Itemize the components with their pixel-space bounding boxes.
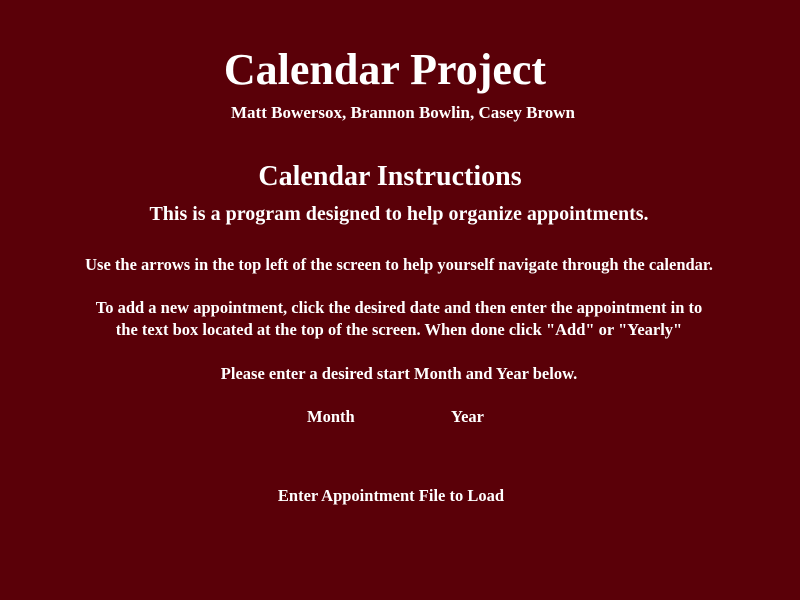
instructions-intro: This is a program designed to help organ…: [149, 203, 649, 225]
instructions-enter-start: Please enter a desired start Month and Y…: [220, 364, 578, 383]
instructions-navigate: Use the arrows in the top left of the sc…: [85, 255, 713, 274]
year-label: Year: [451, 407, 484, 426]
instructions-add-line-2: the text box located at the top of the s…: [115, 320, 683, 339]
instructions-add-line-1: To add a new appointment, click the desi…: [95, 298, 703, 317]
page-title: Calendar Project: [223, 45, 547, 94]
month-label: Month: [307, 407, 355, 426]
authors-line: Matt Bowersox, Brannon Bowlin, Casey Bro…: [231, 103, 575, 122]
instructions-add-appointment: To add a new appointment, click the desi…: [0, 297, 798, 341]
calendar-project-page: Calendar Project Matt Bowersox, Brannon …: [0, 0, 800, 600]
appointment-file-label: Enter Appointment File to Load: [277, 486, 505, 505]
instructions-heading: Calendar Instructions: [258, 161, 522, 192]
